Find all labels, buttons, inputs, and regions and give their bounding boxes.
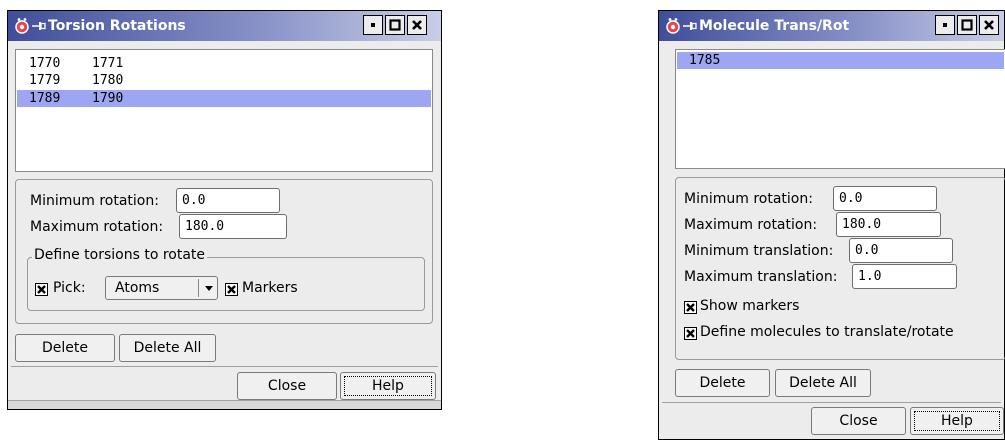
combo-divider	[198, 279, 199, 297]
minimize-button[interactable]	[935, 15, 955, 35]
define-torsions-legend: Define torsions to rotate	[32, 247, 208, 263]
separator	[11, 366, 438, 367]
max-translation-label: Maximum translation:	[684, 269, 838, 285]
close-icon	[412, 20, 422, 30]
show-markers-checkbox[interactable]	[684, 301, 697, 314]
pin-icon[interactable]	[32, 20, 46, 32]
molecule-id: 1785	[689, 53, 721, 68]
list-item[interactable]: 1770 1771	[17, 55, 431, 72]
min-rotation-input[interactable]: 0.0	[176, 188, 280, 213]
app-icon[interactable]	[665, 17, 681, 35]
maximize-icon	[389, 19, 401, 31]
delete-button[interactable]: Delete	[15, 334, 115, 362]
help-button[interactable]: Help	[910, 407, 1004, 435]
min-rotation-label: Minimum rotation:	[30, 193, 159, 209]
window-title: Torsion Rotations	[48, 18, 186, 34]
max-rotation-input[interactable]: 180.0	[179, 214, 287, 239]
atom-b: 1790	[92, 91, 124, 106]
list-item[interactable]: 1779 1780	[17, 72, 431, 89]
checkmark-icon	[686, 329, 695, 338]
close-window-button[interactable]	[407, 15, 427, 35]
minimize-button[interactable]	[363, 15, 383, 35]
atom-a: 1770	[29, 56, 61, 71]
title-bar[interactable]: Molecule Trans/Rot	[659, 11, 1004, 41]
atom-a: 1779	[29, 73, 61, 88]
atom-b: 1771	[92, 56, 124, 71]
checkmark-icon	[37, 285, 46, 294]
maximize-button[interactable]	[385, 15, 405, 35]
app-icon[interactable]	[14, 17, 30, 35]
close-window-button[interactable]	[979, 15, 999, 35]
chevron-down-icon[interactable]	[204, 285, 214, 293]
close-icon	[984, 20, 994, 30]
molecule-list[interactable]: 1785	[675, 49, 1005, 169]
settings-panel: Minimum rotation: 0.0 Maximum rotation: …	[15, 179, 433, 324]
define-molecules-label: Define molecules to translate/rotate	[700, 324, 954, 340]
max-rotation-label: Maximum rotation:	[684, 217, 818, 233]
checkmark-icon	[227, 285, 236, 294]
pin-icon[interactable]	[683, 20, 697, 32]
separator	[662, 402, 1001, 403]
settings-panel: Minimum rotation: 0.0 Maximum rotation: …	[675, 177, 1005, 360]
molecule-trans-rot-window: Molecule Trans/Rot 1785 Minimum rotation…	[658, 10, 1005, 440]
pick-label: Pick:	[53, 280, 86, 296]
delete-all-button[interactable]: Delete All	[775, 369, 871, 397]
torsion-list[interactable]: 1770 1771 1779 1780 1789 1790	[15, 49, 433, 172]
minimize-icon	[371, 23, 375, 27]
min-translation-label: Minimum translation:	[684, 243, 834, 259]
max-translation-input[interactable]: 1.0	[852, 264, 957, 289]
min-translation-input[interactable]: 0.0	[849, 238, 953, 263]
show-markers-label: Show markers	[700, 298, 800, 314]
delete-all-button[interactable]: Delete All	[119, 334, 216, 362]
max-rotation-label: Maximum rotation:	[30, 219, 164, 235]
close-button[interactable]: Close	[237, 372, 337, 400]
pick-select[interactable]: Atoms	[105, 276, 218, 300]
torsion-rotations-window: Torsion Rotations 1770 1771 1779 1780 1789…	[7, 10, 442, 410]
max-rotation-input[interactable]: 180.0	[836, 212, 941, 237]
close-button[interactable]: Close	[811, 407, 906, 435]
list-item-selected[interactable]: 1789 1790	[17, 90, 431, 107]
checkmark-icon	[686, 303, 695, 312]
atom-a: 1789	[29, 91, 61, 106]
minimize-icon	[943, 23, 947, 27]
pick-checkbox[interactable]	[35, 283, 48, 296]
markers-checkbox[interactable]	[225, 283, 238, 296]
window-title: Molecule Trans/Rot	[699, 18, 850, 34]
help-button[interactable]: Help	[340, 372, 436, 400]
markers-label: Markers	[242, 280, 298, 296]
status-bar	[8, 400, 441, 409]
define-molecules-checkbox[interactable]	[684, 327, 697, 340]
list-item-selected[interactable]: 1785	[677, 52, 1004, 69]
delete-button[interactable]: Delete	[675, 369, 770, 397]
pick-select-value: Atoms	[115, 280, 160, 296]
maximize-button[interactable]	[957, 15, 977, 35]
min-rotation-label: Minimum rotation:	[684, 191, 813, 207]
title-bar[interactable]: Torsion Rotations	[8, 11, 441, 41]
maximize-icon	[961, 19, 973, 31]
atom-b: 1780	[92, 73, 124, 88]
min-rotation-input[interactable]: 0.0	[833, 186, 937, 211]
